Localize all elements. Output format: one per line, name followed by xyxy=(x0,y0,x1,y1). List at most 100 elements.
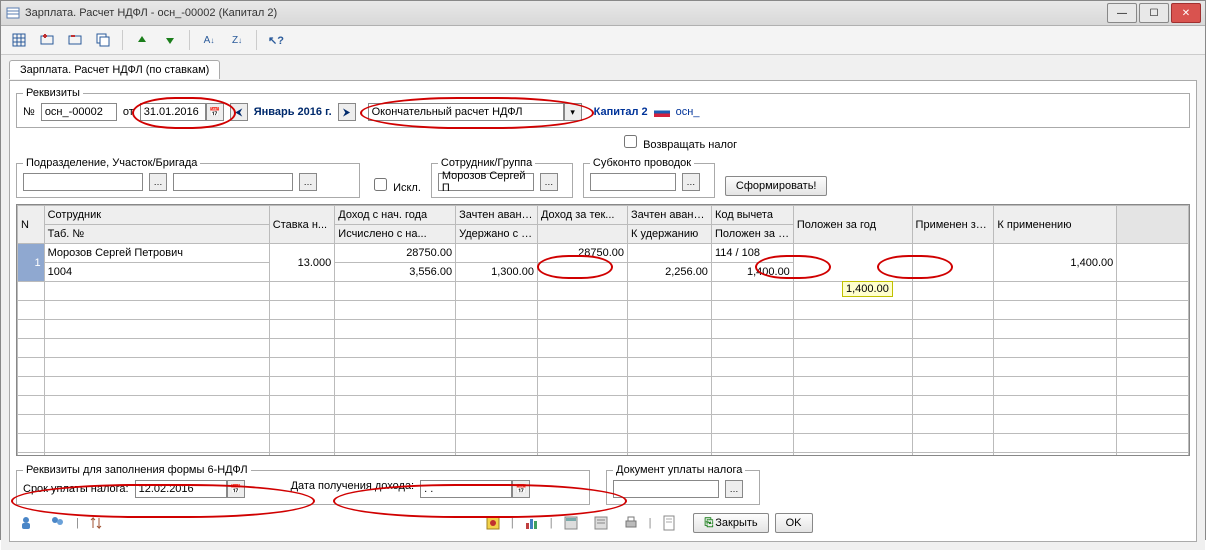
col-income-cur[interactable]: Доход за тек... xyxy=(537,206,627,225)
brigade-picker-icon[interactable]: … xyxy=(299,173,317,191)
tool-sort-desc-icon[interactable]: Z↓ xyxy=(225,28,249,52)
calendar-icon[interactable]: 📅 xyxy=(206,103,224,121)
calc-type-dropdown-icon[interactable]: ▾ xyxy=(564,103,582,121)
cell-calc-year: 3,556.00 xyxy=(335,263,456,282)
paydoc-input[interactable] xyxy=(613,480,719,498)
cell-rate: 13.000 xyxy=(269,244,335,282)
due-date-input[interactable]: 12.02.2016 xyxy=(135,480,227,498)
grid[interactable]: N Сотрудник Ставка н... Доход с нач. год… xyxy=(16,204,1190,456)
cell-deduct-code: 114 / 108 xyxy=(711,244,793,263)
col-tabno[interactable]: Таб. № xyxy=(44,225,269,244)
subconto-picker-icon[interactable]: … xyxy=(682,173,700,191)
dept-legend: Подразделение, Участок/Бригада xyxy=(23,157,200,169)
action1-icon[interactable] xyxy=(481,511,505,535)
tool-sort-asc-icon[interactable]: A↓ xyxy=(197,28,221,52)
cell-withheld-year: 1,300.00 xyxy=(491,266,534,278)
col-to-apply[interactable]: К применению xyxy=(994,206,1117,244)
sort-icon[interactable] xyxy=(85,511,109,535)
tool-help-icon[interactable]: ↖? xyxy=(264,28,288,52)
tool-up-icon[interactable] xyxy=(130,28,154,52)
org-link[interactable]: Капитал 2 xyxy=(594,106,648,118)
calc2-icon[interactable] xyxy=(589,511,613,535)
income-date-input[interactable]: . . xyxy=(420,480,512,498)
cell-to-apply: 1,400.00 xyxy=(994,244,1117,282)
col-employee[interactable]: Сотрудник xyxy=(44,206,269,225)
base-link[interactable]: осн_ xyxy=(676,106,700,118)
col-to-withhold[interactable]: К удержанию xyxy=(628,225,712,244)
dept-fieldset: Подразделение, Участок/Бригада … … xyxy=(16,157,360,198)
col-n[interactable]: N xyxy=(18,206,45,244)
paydoc-picker-icon[interactable]: … xyxy=(725,480,743,498)
col-credited-adv[interactable]: Зачтен аванс... xyxy=(456,206,538,225)
cell-credited-adv2 xyxy=(628,244,712,263)
subconto-legend: Субконто проводок xyxy=(590,157,694,169)
ok-button[interactable]: OK xyxy=(775,513,813,533)
tool-del-row-icon[interactable] xyxy=(63,28,87,52)
flag-icon xyxy=(654,107,670,117)
close-button[interactable]: ✕ xyxy=(1171,3,1201,23)
cell-n: 1 xyxy=(18,244,45,282)
num-input[interactable]: осн_-00002 xyxy=(41,103,117,121)
toolbar: A↓ Z↓ ↖? xyxy=(1,26,1205,55)
subconto-input[interactable] xyxy=(590,173,676,191)
paydoc-legend: Документ уплаты налога xyxy=(613,464,745,476)
print-icon[interactable] xyxy=(619,511,643,535)
calc-icon[interactable] xyxy=(559,511,583,535)
form6-legend: Реквизиты для заполнения формы 6-НДФЛ xyxy=(23,464,251,476)
period-text: Январь 2016 г. xyxy=(254,106,332,118)
tooltip: 1,400.00 xyxy=(842,281,893,297)
employee-picker-icon[interactable]: … xyxy=(540,173,558,191)
date-input[interactable]: 31.01.2016 xyxy=(140,103,206,121)
cell-allowed-year: 1,400.00 xyxy=(747,266,790,278)
cell-to-withhold: 2,256.00 xyxy=(665,266,708,278)
tool-down-icon[interactable] xyxy=(158,28,182,52)
requisites-fieldset: Реквизиты № осн_-00002 от 31.01.2016 📅 ⮜… xyxy=(16,87,1190,128)
excl-checkbox[interactable]: Искл. xyxy=(370,175,421,194)
brigade-input[interactable] xyxy=(173,173,293,191)
col-withheld-year[interactable]: Удержано с нач... xyxy=(456,225,538,244)
tool-add-row-icon[interactable] xyxy=(35,28,59,52)
from-label: от xyxy=(123,106,134,118)
requisites-legend: Реквизиты xyxy=(23,87,83,99)
col-deduct-code[interactable]: Код вычета xyxy=(711,206,793,225)
col-credited-adv2[interactable]: Зачтен аванс... xyxy=(628,206,712,225)
due-label: Срок уплаты налога: xyxy=(23,483,129,495)
calc-type-select[interactable]: Окончательный расчет НДФЛ xyxy=(368,103,564,121)
minimize-button[interactable]: — xyxy=(1107,3,1137,23)
close-bottom-button[interactable]: ⎘Закрыть xyxy=(693,513,768,533)
subconto-fieldset: Субконто проводок … xyxy=(583,157,715,198)
cell-credited-adv xyxy=(456,244,538,263)
tab-rates[interactable]: Зарплата. Расчет НДФЛ (по ставкам) xyxy=(9,60,220,79)
table-row[interactable]: 1 Морозов Сергей Петрович 13.000 28750.0… xyxy=(18,244,1189,263)
period-next-button[interactable]: ⮞ xyxy=(338,103,356,121)
employee-legend: Сотрудник/Группа xyxy=(438,157,535,169)
col-allowed-year[interactable]: Положен за год xyxy=(793,206,912,244)
employee-fieldset: Сотрудник/Группа Морозов Сергей П … xyxy=(431,157,573,198)
dept-picker-icon[interactable]: … xyxy=(149,173,167,191)
form-button[interactable]: Сформировать! xyxy=(725,176,828,196)
cell-income-year: 28750.00 xyxy=(335,244,456,263)
dept-input[interactable] xyxy=(23,173,143,191)
titlebar: Зарплата. Расчет НДФЛ - осн_-00002 (Капи… xyxy=(1,1,1205,26)
col-income-year[interactable]: Доход с нач. года xyxy=(335,206,456,225)
due-calendar-icon[interactable]: 📅 xyxy=(227,480,245,498)
income-calendar-icon[interactable]: 📅 xyxy=(512,480,530,498)
col-calc-year[interactable]: Исчислено с на... xyxy=(335,225,456,244)
col-allowed-year2[interactable]: Положен за год xyxy=(711,225,793,244)
employee-input[interactable]: Морозов Сергей П xyxy=(438,173,534,191)
period-prev-button[interactable]: ⮜ xyxy=(230,103,248,121)
users-icon[interactable] xyxy=(16,511,40,535)
app-icon xyxy=(5,5,21,21)
form6-fieldset: Реквизиты для заполнения формы 6-НДФЛ Ср… xyxy=(16,464,590,505)
window-title: Зарплата. Расчет НДФЛ - осн_-00002 (Капи… xyxy=(25,7,1107,19)
col-rate[interactable]: Ставка н... xyxy=(269,206,335,244)
chart-icon[interactable] xyxy=(520,511,544,535)
users-copy-icon[interactable] xyxy=(46,511,70,535)
cell-tabno: 1004 xyxy=(44,263,269,282)
col-applied-year[interactable]: Применен за год xyxy=(912,206,994,244)
tool-grid-icon[interactable] xyxy=(7,28,31,52)
maximize-button[interactable]: ☐ xyxy=(1139,3,1169,23)
return-tax-checkbox[interactable]: Возвращать налог xyxy=(620,139,737,151)
doc-icon[interactable] xyxy=(657,511,681,535)
tool-copy-icon[interactable] xyxy=(91,28,115,52)
